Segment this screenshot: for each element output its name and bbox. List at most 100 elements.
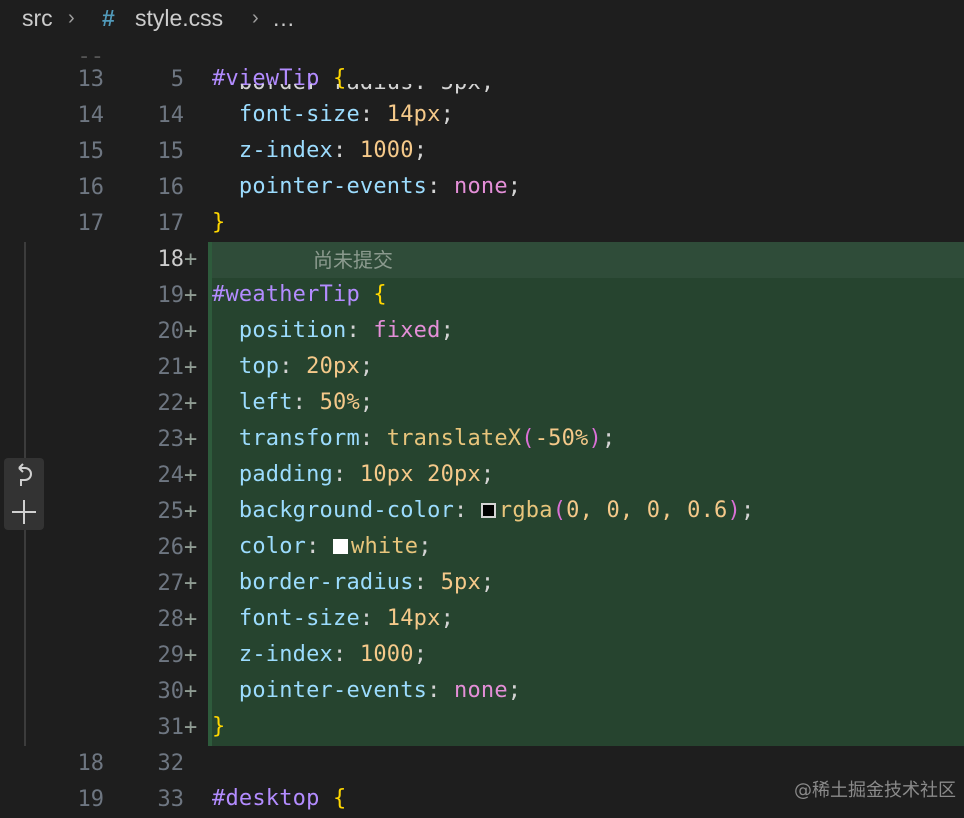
code-line-added: 27 + border-radius: 5px; bbox=[0, 566, 964, 602]
line-number-new: 24 bbox=[157, 463, 185, 488]
css-property: background-color bbox=[238, 498, 455, 523]
css-value: 5px bbox=[440, 570, 481, 595]
code-line-added: 21 + top: 20px; bbox=[0, 350, 964, 386]
css-property: top bbox=[238, 354, 280, 379]
css-value: 20px bbox=[306, 354, 360, 379]
code-line: 14 14 font-size: 14px; bbox=[0, 98, 964, 134]
line-number-old: 15 bbox=[77, 139, 105, 164]
css-function: rgba bbox=[498, 498, 553, 523]
code-line-added: 28 + font-size: 14px; bbox=[0, 602, 964, 638]
css-value: none bbox=[454, 174, 508, 199]
chevron-right-icon: › bbox=[68, 7, 75, 29]
code-line-added: 23 + transform: translateX(-50%); bbox=[0, 422, 964, 458]
css-value: -50% bbox=[534, 426, 589, 451]
line-number-new: 28 bbox=[157, 607, 185, 632]
line-number-new: 19 bbox=[157, 283, 185, 308]
line-number-new: 23 bbox=[157, 427, 185, 452]
line-number-new: 14 bbox=[157, 103, 185, 128]
code-text[interactable]: position: fixed; bbox=[212, 318, 454, 343]
code-line-added: 31 + } bbox=[0, 710, 964, 746]
css-property: transform bbox=[238, 426, 360, 451]
css-value: white bbox=[351, 534, 419, 559]
line-number-old: 18 bbox=[77, 751, 105, 776]
line-number-old: 19 bbox=[77, 787, 105, 812]
code-text[interactable]: } bbox=[212, 714, 225, 739]
line-number-new: 29 bbox=[157, 643, 185, 668]
code-text[interactable]: font-size: 14px; bbox=[212, 606, 454, 631]
css-value: 14px bbox=[386, 606, 441, 631]
code-text[interactable]: transform: translateX(-50%); bbox=[212, 426, 615, 451]
breadcrumb-file[interactable]: style.css bbox=[135, 5, 223, 32]
added-marker: + bbox=[184, 715, 198, 740]
code-text[interactable]: font-size: 14px; bbox=[212, 102, 454, 127]
added-marker: + bbox=[184, 283, 198, 308]
css-value: 50% bbox=[319, 390, 360, 415]
line-number-new: 27 bbox=[157, 571, 185, 596]
line-number-old: 16 bbox=[77, 175, 105, 200]
added-marker: + bbox=[184, 355, 198, 380]
code-line-added: 29 + z-index: 1000; bbox=[0, 638, 964, 674]
added-marker: + bbox=[184, 247, 198, 272]
css-value: 1000 bbox=[359, 642, 414, 667]
code-text[interactable]: #weatherTip { bbox=[212, 282, 387, 307]
watermark: @稀土掘金技术社区 bbox=[794, 780, 956, 801]
line-number-new: 20 bbox=[157, 319, 185, 344]
css-value: fixed bbox=[373, 318, 441, 343]
breadcrumb-folder-src[interactable]: src bbox=[22, 5, 53, 32]
code-text[interactable]: background-color: rgba(0, 0, 0, 0.6); bbox=[212, 498, 754, 523]
code-text[interactable]: pointer-events: none; bbox=[212, 678, 521, 703]
css-property: padding bbox=[238, 462, 334, 487]
added-marker: + bbox=[184, 463, 198, 488]
css-property: font-size bbox=[238, 102, 360, 127]
code-text[interactable]: border-radius: 5px; bbox=[212, 570, 494, 595]
code-line-added: 25 + background-color: rgba(0, 0, 0, 0.6… bbox=[0, 494, 964, 530]
line-number-new: 30 bbox=[157, 679, 185, 704]
line-number-new: 22 bbox=[157, 391, 185, 416]
line-number-new: 32 bbox=[157, 751, 185, 776]
code-line-added: 30 + pointer-events: none; bbox=[0, 674, 964, 710]
line-number-new: 16 bbox=[157, 175, 185, 200]
line-number-new: 18 bbox=[157, 247, 185, 272]
code-line-added: 26 + color: white; bbox=[0, 530, 964, 566]
css-property: pointer-events bbox=[238, 174, 428, 199]
code-line-added: 20 + position: fixed; bbox=[0, 314, 964, 350]
code-text[interactable]: left: 50%; bbox=[212, 390, 373, 415]
code-text[interactable]: } bbox=[212, 210, 225, 235]
brace: { bbox=[373, 282, 387, 307]
css-property: position bbox=[238, 318, 347, 343]
line-number-new: 15 bbox=[157, 139, 185, 164]
added-marker: + bbox=[184, 391, 198, 416]
color-swatch-icon[interactable] bbox=[333, 539, 349, 554]
added-marker: + bbox=[184, 499, 198, 524]
added-marker: + bbox=[184, 319, 198, 344]
breadcrumb: src › # style.css › … bbox=[0, 0, 964, 40]
line-number-old: 17 bbox=[77, 211, 105, 236]
code-line-added: 24 + padding: 10px 20px; bbox=[0, 458, 964, 494]
css-property: border-radius bbox=[238, 570, 414, 595]
code-text[interactable]: z-index: 1000; bbox=[212, 642, 427, 667]
breadcrumb-symbol[interactable]: … bbox=[272, 5, 295, 32]
line-number-new: 31 bbox=[157, 715, 185, 740]
color-swatch-icon[interactable] bbox=[480, 503, 496, 518]
css-file-icon: # bbox=[102, 5, 115, 31]
code-text[interactable]: pointer-events: none; bbox=[212, 174, 521, 199]
code-text[interactable]: #desktop { bbox=[212, 786, 346, 811]
code-text[interactable]: color: white; bbox=[212, 534, 432, 559]
added-marker: + bbox=[184, 571, 198, 596]
code-text[interactable]: top: 20px; bbox=[212, 354, 373, 379]
css-property: pointer-events bbox=[238, 678, 428, 703]
css-value: 0, 0, 0, 0.6 bbox=[566, 498, 728, 523]
code-line-added: 22 + left: 50%; bbox=[0, 386, 964, 422]
added-marker: + bbox=[184, 643, 198, 668]
line-number-new: 17 bbox=[157, 211, 185, 236]
line-number-new: 33 bbox=[157, 787, 185, 812]
css-selector: #desktop bbox=[212, 786, 320, 811]
css-property: color bbox=[238, 534, 307, 559]
code-line-added: 19 + #weatherTip { bbox=[0, 278, 964, 314]
code-text[interactable]: padding: 10px 20px; bbox=[212, 462, 494, 487]
code-line-added: 18 + bbox=[0, 242, 964, 278]
added-marker: + bbox=[184, 535, 198, 560]
brace: { bbox=[333, 786, 347, 811]
code-text[interactable]: z-index: 1000; bbox=[212, 138, 427, 163]
css-value: 14px bbox=[386, 102, 441, 127]
